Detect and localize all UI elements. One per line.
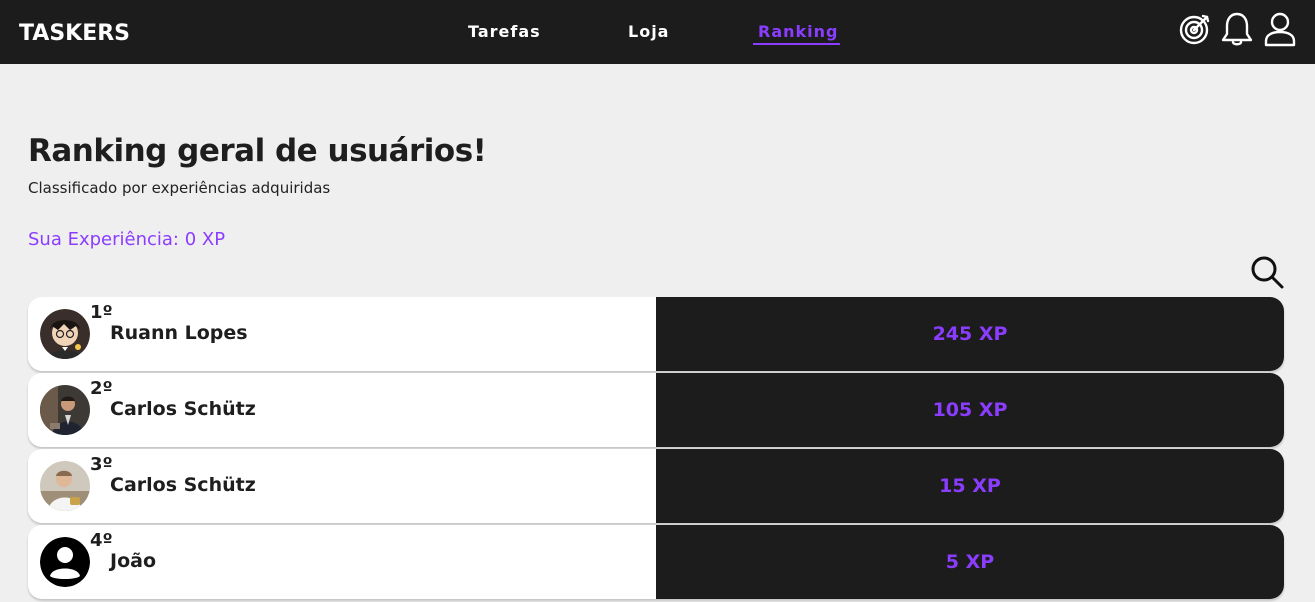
bell-icon[interactable] <box>1220 11 1254 47</box>
ranking-xp-value: 105 XP <box>932 399 1008 421</box>
active-nav-indicator <box>753 43 840 45</box>
nav-link-loja[interactable]: Loja <box>628 22 669 41</box>
ranking-xp-value: 15 XP <box>939 475 1001 497</box>
your-experience-label: Sua Experiência: 0 XP <box>28 229 226 250</box>
ranking-user-name: João <box>110 550 156 572</box>
cartoon-avatar <box>40 309 90 359</box>
ranking-xp-panel: 245 XP <box>656 297 1284 371</box>
ranking-xp-panel: 5 XP <box>656 525 1284 599</box>
ranking-position: 4º <box>90 530 113 551</box>
ranking-position: 2º <box>90 378 113 399</box>
ranking-row-1[interactable]: 1º Ruann Lopes 245 XP <box>28 297 1284 371</box>
ranking-xp-panel: 15 XP <box>656 449 1284 523</box>
ranking-row-4[interactable]: 4º João 5 XP <box>28 525 1284 599</box>
page-subtitle: Classificado por experiências adquiridas <box>28 179 331 197</box>
ranking-position: 3º <box>90 454 113 475</box>
ranking-user-name: Ruann Lopes <box>110 322 248 344</box>
ranking-user-info: 2º Carlos Schütz <box>28 373 656 447</box>
page-title: Ranking geral de usuários! <box>28 133 487 169</box>
ranking-position: 1º <box>90 302 113 323</box>
photo-avatar <box>40 461 90 511</box>
brand-logo[interactable]: TASKERS <box>19 21 130 46</box>
target-icon[interactable] <box>1178 11 1212 47</box>
user-icon[interactable] <box>1263 11 1297 47</box>
nav-link-ranking[interactable]: Ranking <box>758 22 838 41</box>
default-user-avatar <box>40 537 90 587</box>
ranking-xp-panel: 105 XP <box>656 373 1284 447</box>
ranking-user-info: 1º Ruann Lopes <box>28 297 656 371</box>
photo-avatar <box>40 385 90 435</box>
search-icon[interactable] <box>1249 254 1285 290</box>
ranking-user-info: 3º Carlos Schütz <box>28 449 656 523</box>
top-navigation-bar: TASKERS Tarefas Loja Ranking <box>0 0 1315 64</box>
ranking-user-name: Carlos Schütz <box>110 398 256 420</box>
ranking-row-2[interactable]: 2º Carlos Schütz 105 XP <box>28 373 1284 447</box>
ranking-row-3[interactable]: 3º Carlos Schütz 15 XP <box>28 449 1284 523</box>
ranking-user-name: Carlos Schütz <box>110 474 256 496</box>
ranking-xp-value: 5 XP <box>945 551 995 573</box>
ranking-user-info: 4º João <box>28 525 656 599</box>
nav-link-tarefas[interactable]: Tarefas <box>468 22 541 41</box>
ranking-xp-value: 245 XP <box>932 323 1008 345</box>
